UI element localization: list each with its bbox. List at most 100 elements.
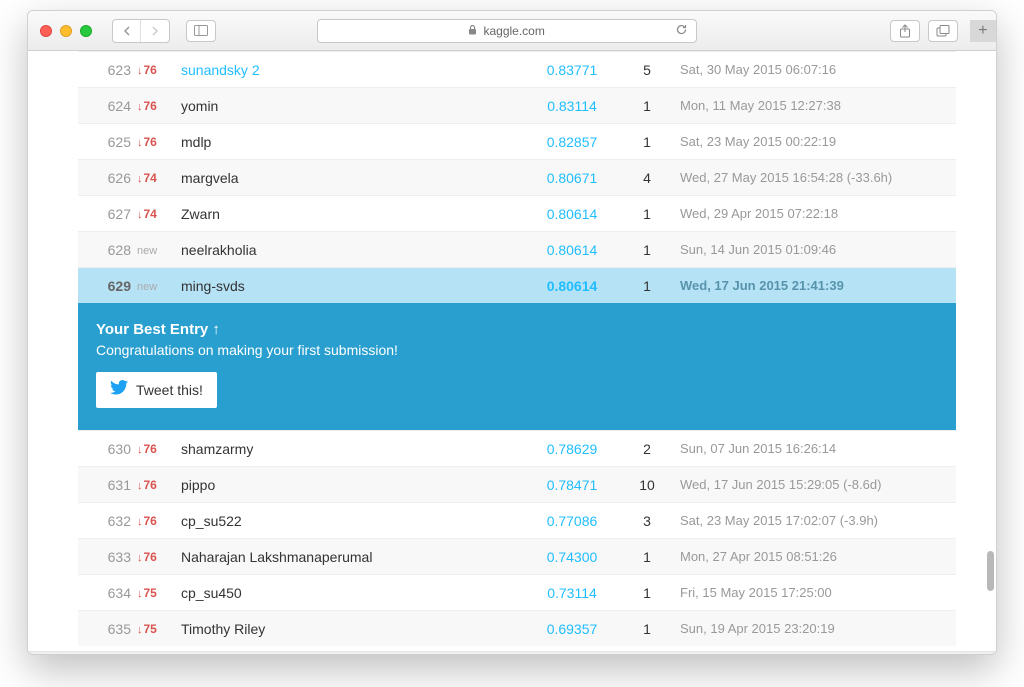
page-content[interactable]: 623↓76sunandsky 20.837715Sat, 30 May 201… [28,51,996,651]
close-window-button[interactable] [40,25,52,37]
timestamp-cell: Sun, 14 Jun 2015 01:09:46 [672,242,952,257]
delta-value: 76 [144,442,157,456]
leaderboard-row: 632↓76cp_su5220.770863Sat, 23 May 2015 1… [78,502,956,538]
delta-cell: new [137,279,181,293]
team-cell[interactable]: yomin [181,98,522,114]
arrow-down-icon: ↓ [137,624,143,636]
window-footer [28,651,996,654]
delta-value: 76 [144,514,157,528]
right-toolbar-controls: + [890,20,984,42]
new-tab-button[interactable]: + [970,20,996,42]
entries-cell: 1 [622,621,672,637]
score-cell: 0.77086 [522,513,622,529]
score-cell: 0.82857 [522,134,622,150]
arrow-down-icon: ↓ [137,137,143,149]
entries-cell: 1 [622,585,672,601]
team-cell[interactable]: cp_su522 [181,513,522,529]
address-bar[interactable]: kaggle.com [317,19,697,43]
score-cell: 0.83771 [522,62,622,78]
browser-window: kaggle.com + 623↓76sunandsky 20.837715Sa… [27,10,997,655]
delta-cell: ↓74 [137,171,181,185]
delta-cell: ↓75 [137,622,181,636]
minimize-window-button[interactable] [60,25,72,37]
team-cell[interactable]: neelrakholia [181,242,522,258]
team-cell[interactable]: mdlp [181,134,522,150]
entries-cell: 1 [622,242,672,258]
score-cell: 0.83114 [522,98,622,114]
team-cell[interactable]: cp_su450 [181,585,522,601]
entries-cell: 2 [622,441,672,457]
timestamp-cell: Sat, 23 May 2015 17:02:07 (-3.9h) [672,513,952,528]
callout-subtitle: Congratulations on making your first sub… [96,342,938,358]
team-cell[interactable]: shamzarmy [181,441,522,457]
arrow-down-icon: ↓ [137,516,143,528]
chevron-right-icon [151,26,159,36]
arrow-down-icon: ↓ [137,480,143,492]
delta-cell: ↓76 [137,63,181,77]
arrow-down-icon: ↓ [137,173,143,185]
twitter-icon [110,380,128,400]
leaderboard-row-highlighted: 629 new ming-svds 0.80614 1 Wed, 17 Jun … [78,267,956,303]
nav-button-group [112,19,170,43]
team-cell[interactable]: Naharajan Lakshmanaperumal [181,549,522,565]
timestamp-cell: Sun, 07 Jun 2015 16:26:14 [672,441,952,456]
best-entry-callout: Your Best Entry ↑ Congratulations on mak… [78,303,956,430]
leaderboard-row: 635↓75Timothy Riley0.693571Sun, 19 Apr 2… [78,610,956,646]
entries-cell: 5 [622,62,672,78]
timestamp-cell: Fri, 15 May 2015 17:25:00 [672,585,952,600]
delta-cell: ↓74 [137,207,181,221]
rank-cell: 633 [82,549,137,565]
entries-cell: 3 [622,513,672,529]
team-cell[interactable]: margvela [181,170,522,186]
delta-cell: ↓76 [137,478,181,492]
back-button[interactable] [113,20,141,42]
rank-cell: 630 [82,441,137,457]
delta-value: 76 [144,135,157,149]
tabs-button[interactable] [928,20,958,42]
delta-value: 75 [144,586,157,600]
score-cell: 0.80614 [522,206,622,222]
scrollbar-thumb[interactable] [987,551,994,591]
sidebar-toggle-button[interactable] [186,20,216,42]
leaderboard-row: 628new neelrakholia0.806141Sun, 14 Jun 20… [78,231,956,267]
leaderboard-row: 633↓76Naharajan Lakshmanaperumal0.743001… [78,538,956,574]
rank-cell: 628 [82,242,137,258]
delta-value: 75 [144,622,157,636]
leaderboard-row: 626↓74margvela0.806714Wed, 27 May 2015 1… [78,159,956,195]
delta-cell: ↓75 [137,586,181,600]
tabs-icon [936,25,950,37]
maximize-window-button[interactable] [80,25,92,37]
team-cell[interactable]: Zwarn [181,206,522,222]
team-cell[interactable]: ming-svds [181,278,522,294]
share-button[interactable] [890,20,920,42]
window-controls [40,25,92,37]
arrow-down-icon: ↓ [137,588,143,600]
team-cell[interactable]: Timothy Riley [181,621,522,637]
team-cell[interactable]: pippo [181,477,522,493]
timestamp-cell: Sat, 30 May 2015 06:07:16 [672,62,952,77]
reload-button[interactable] [675,23,688,39]
delta-cell: ↓76 [137,550,181,564]
delta-cell: ↓76 [137,442,181,456]
rank-cell: 635 [82,621,137,637]
delta-value: 74 [144,171,157,185]
reload-icon [675,23,688,36]
new-badge: new [137,245,157,257]
score-cell: 0.80614 [522,278,622,294]
delta-value: 74 [144,207,157,221]
timestamp-cell: Wed, 17 Jun 2015 15:29:05 (-8.6d) [672,477,952,492]
leaderboard-row: 623↓76sunandsky 20.837715Sat, 30 May 201… [78,51,956,87]
entries-cell: 10 [622,477,672,493]
sidebar-icon [194,25,208,36]
chevron-left-icon [123,26,131,36]
forward-button[interactable] [141,20,169,42]
tweet-button[interactable]: Tweet this! [96,372,217,408]
timestamp-cell: Wed, 27 May 2015 16:54:28 (-33.6h) [672,170,952,185]
score-cell: 0.80671 [522,170,622,186]
team-cell[interactable]: sunandsky 2 [181,62,522,78]
score-cell: 0.80614 [522,242,622,258]
entries-cell: 1 [622,278,672,294]
score-cell: 0.78471 [522,477,622,493]
delta-value: 76 [144,63,157,77]
delta-cell: ↓76 [137,135,181,149]
